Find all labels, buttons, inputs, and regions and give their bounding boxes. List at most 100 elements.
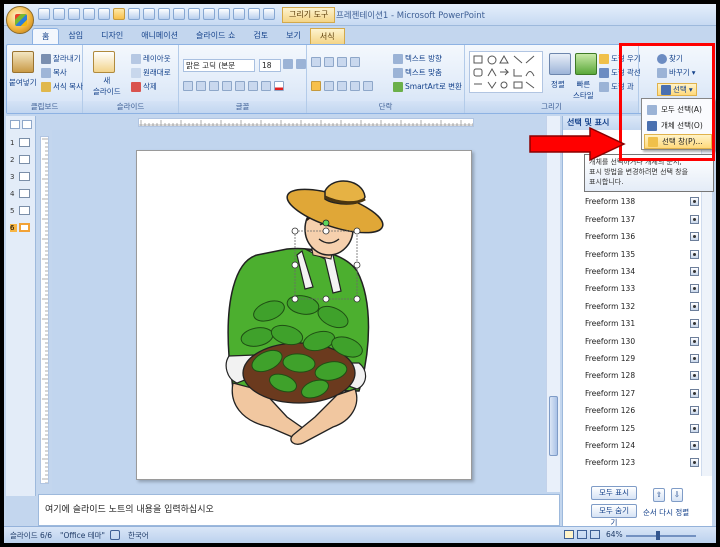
slideshow-icon[interactable] <box>590 530 600 539</box>
redo-icon[interactable] <box>68 8 80 20</box>
align-right-icon[interactable] <box>337 81 347 91</box>
highlight-qat-icon[interactable] <box>173 8 185 20</box>
visibility-eye-icon[interactable] <box>690 336 699 346</box>
slide-thumbnail-selected[interactable]: 6 <box>10 223 32 232</box>
bold-icon[interactable] <box>183 81 193 91</box>
justify-icon[interactable] <box>350 81 360 91</box>
selection-pane-item[interactable]: Freeform 137 <box>585 212 699 226</box>
selection-pane-item[interactable]: Freeform 124 <box>585 438 699 452</box>
show-all-button[interactable]: 모두 표시 <box>591 486 637 500</box>
align-left-icon[interactable] <box>311 81 321 91</box>
visibility-eye-icon[interactable] <box>690 284 699 294</box>
numbering-icon[interactable] <box>324 57 334 67</box>
tab-design[interactable]: 디자인 <box>92 28 132 44</box>
zoom-slider-thumb[interactable] <box>656 531 660 540</box>
visibility-eye-icon[interactable] <box>690 249 699 259</box>
tab-animations[interactable]: 애니메이션 <box>132 28 187 44</box>
align-text-button[interactable]: 텍스트 맞춤 <box>393 67 442 78</box>
visibility-eye-icon[interactable] <box>690 319 699 329</box>
bold-qat-icon[interactable] <box>83 8 95 20</box>
smartart-button[interactable]: SmartArt로 변환 <box>393 81 462 92</box>
selection-pane-item[interactable]: Freeform 131 <box>585 317 699 331</box>
visibility-eye-icon[interactable] <box>690 440 699 450</box>
visibility-eye-icon[interactable] <box>690 197 699 207</box>
zoom-slider[interactable] <box>626 535 696 537</box>
italic-icon[interactable] <box>196 81 206 91</box>
slide-thumbnail[interactable]: 4 <box>10 189 32 198</box>
save-icon[interactable] <box>38 8 50 20</box>
cut-button[interactable]: 잘라내기 <box>41 53 81 64</box>
selection-pane-item[interactable]: Freeform 134 <box>585 264 699 278</box>
slide-sorter-icon[interactable] <box>577 530 587 539</box>
quick-styles-icon[interactable] <box>575 53 597 75</box>
scroll-thumb[interactable] <box>549 396 558 456</box>
visibility-eye-icon[interactable] <box>690 232 699 242</box>
move-down-button[interactable]: ⇩ <box>671 488 683 502</box>
visibility-eye-icon[interactable] <box>690 423 699 433</box>
arrange-icon[interactable] <box>549 53 571 75</box>
selection-pane-item[interactable]: Freeform 125 <box>585 421 699 435</box>
tab-slideshow[interactable]: 슬라이드 쇼 <box>187 28 244 44</box>
slide-thumbnail[interactable]: 1 <box>10 138 32 147</box>
tab-format[interactable]: 서식 <box>309 28 345 44</box>
copy-button[interactable]: 복사 <box>41 67 67 78</box>
shadow-icon[interactable] <box>235 81 245 91</box>
new-slide-button[interactable]: 새 슬라이드 <box>93 75 121 97</box>
selection-pane-item[interactable]: Freeform 130 <box>585 334 699 348</box>
font-size-combo[interactable]: 18 <box>259 59 281 72</box>
slide-thumbnail[interactable]: 2 <box>10 155 32 164</box>
normal-view-icon[interactable] <box>564 530 574 539</box>
visibility-eye-icon[interactable] <box>690 371 699 381</box>
outline-tab[interactable] <box>22 120 32 129</box>
italic-qat-icon[interactable] <box>98 8 110 20</box>
shape-qat-icon[interactable] <box>188 8 200 20</box>
visibility-eye-icon[interactable] <box>690 458 699 468</box>
reset-button[interactable]: 원래대로 <box>131 67 171 78</box>
selection-pane-item[interactable]: Freeform 129 <box>585 351 699 365</box>
font-color-qat-icon[interactable] <box>158 8 170 20</box>
selection-pane-item[interactable]: Freeform 138 <box>585 195 699 209</box>
spellcheck-icon[interactable] <box>110 530 120 540</box>
selection-pane-item[interactable]: Freeform 123 <box>585 456 699 470</box>
table-qat-icon[interactable] <box>248 8 260 20</box>
quick-styles-button[interactable]: 빠른 스타일 <box>573 79 594 101</box>
spacing-icon[interactable] <box>248 81 258 91</box>
tab-view[interactable]: 보기 <box>277 28 310 44</box>
selection-pane-item[interactable]: Freeform 136 <box>585 230 699 244</box>
decrease-indent-icon[interactable] <box>337 57 347 67</box>
underline-icon[interactable] <box>209 81 219 91</box>
strikethrough-icon[interactable] <box>222 81 232 91</box>
numbering-qat-icon[interactable] <box>233 8 245 20</box>
shrink-font-icon[interactable] <box>296 59 306 69</box>
increase-indent-icon[interactable] <box>350 57 360 67</box>
canvas-scrollbar[interactable] <box>546 116 560 492</box>
layout-button[interactable]: 레이아웃 <box>131 53 171 64</box>
shapes-gallery[interactable] <box>469 51 543 93</box>
new-slide-icon[interactable] <box>93 51 115 73</box>
undo-icon[interactable] <box>53 8 65 20</box>
selection-pane-item[interactable]: Freeform 126 <box>585 404 699 418</box>
visibility-eye-icon[interactable] <box>690 388 699 398</box>
selection-pane-item[interactable]: Freeform 128 <box>585 369 699 383</box>
arrange-button[interactable]: 정렬 <box>551 79 565 90</box>
visibility-eye-icon[interactable] <box>690 353 699 363</box>
slide-thumbnail[interactable]: 5 <box>10 206 32 215</box>
selection-pane-item[interactable]: Freeform 133 <box>585 282 699 296</box>
visibility-eye-icon[interactable] <box>690 214 699 224</box>
tab-home[interactable]: 홈 <box>32 28 60 44</box>
slide-thumbnail[interactable]: 3 <box>10 172 32 181</box>
hide-all-button[interactable]: 모두 숨기기 <box>591 504 637 527</box>
tab-insert[interactable]: 삽입 <box>59 28 92 44</box>
delete-slide-button[interactable]: 삭제 <box>131 81 157 92</box>
selection-pane-item[interactable]: Freeform 135 <box>585 247 699 261</box>
bullets-icon[interactable] <box>311 57 321 67</box>
font-color-icon[interactable] <box>274 81 284 91</box>
visibility-eye-icon[interactable] <box>690 406 699 416</box>
move-up-button[interactable]: ⇧ <box>653 488 665 502</box>
visibility-eye-icon[interactable] <box>690 301 699 311</box>
tab-review[interactable]: 검토 <box>244 28 277 44</box>
slides-tab[interactable] <box>10 120 20 129</box>
farmer-clipart[interactable] <box>137 151 473 481</box>
paste-icon[interactable] <box>12 51 34 73</box>
change-case-icon[interactable] <box>261 81 271 91</box>
